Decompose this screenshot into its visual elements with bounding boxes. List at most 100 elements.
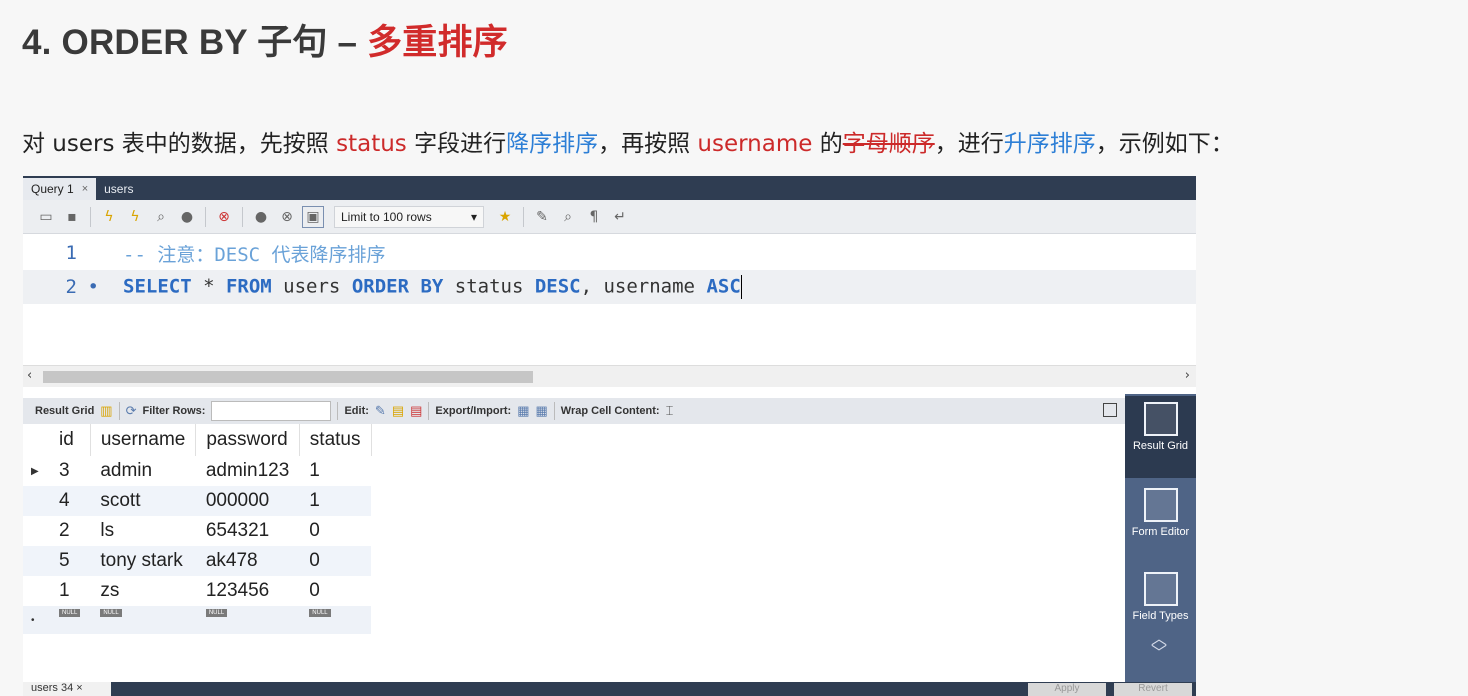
- cell[interactable]: NULL: [49, 606, 91, 634]
- sql-text: , username: [580, 275, 707, 298]
- import-icon[interactable]: ▦: [535, 403, 547, 419]
- close-icon[interactable]: ×: [76, 682, 82, 694]
- cell[interactable]: 2: [49, 516, 90, 546]
- execute-current-icon[interactable]: ϟ: [124, 206, 146, 228]
- commit-icon[interactable]: ●: [250, 206, 272, 228]
- refresh-icon[interactable]: ⟳: [126, 403, 137, 419]
- tab-users-34[interactable]: users 34 ×: [23, 682, 111, 696]
- cell[interactable]: 654321: [196, 516, 299, 546]
- close-icon[interactable]: ×: [82, 183, 88, 195]
- table-row[interactable]: ▶ 3 admin admin123 1: [23, 456, 371, 486]
- column-header[interactable]: password: [195, 424, 300, 456]
- filter-rows-label: Filter Rows:: [142, 405, 206, 417]
- tab-users[interactable]: users: [96, 178, 141, 200]
- desc-text-2: 字段进行: [406, 131, 507, 157]
- edit-row-icon[interactable]: ✎: [375, 403, 386, 419]
- title-highlight: 多重排序: [367, 23, 508, 62]
- beautify-brush-icon[interactable]: ✎: [531, 206, 553, 228]
- toggle-panel-icon[interactable]: [1103, 403, 1117, 417]
- execute-icon[interactable]: ϟ: [98, 206, 120, 228]
- cell[interactable]: NULL: [195, 606, 300, 634]
- find-icon[interactable]: ⌕: [557, 206, 579, 228]
- invisible-chars-icon[interactable]: ¶: [583, 206, 605, 228]
- cell[interactable]: 123456: [196, 576, 299, 606]
- chevron-down-icon: ▾: [470, 209, 477, 224]
- sql-text: users: [271, 275, 352, 298]
- cell[interactable]: admin123: [196, 456, 299, 486]
- toolbar-divider: [90, 206, 91, 227]
- side-result-grid[interactable]: Result Grid: [1125, 396, 1196, 478]
- query-tab-bar: Query 1 × users: [23, 176, 1196, 200]
- rollback-icon[interactable]: ⊗: [276, 206, 298, 228]
- cell[interactable]: ls: [90, 516, 196, 546]
- line-number: 1: [65, 242, 77, 264]
- cell[interactable]: 0: [299, 576, 371, 606]
- filter-rows-input[interactable]: [211, 401, 332, 421]
- table-row[interactable]: 1 zs 123456 0: [23, 576, 371, 606]
- field-types-icon: [1143, 572, 1178, 606]
- explain-icon[interactable]: ⌕: [150, 206, 172, 228]
- side-form-editor[interactable]: Form Editor: [1125, 482, 1196, 562]
- cell[interactable]: ak478: [195, 546, 300, 576]
- header-row: id username password status: [23, 424, 372, 456]
- null-badge: NULL: [205, 609, 228, 617]
- cell[interactable]: admin: [90, 456, 196, 486]
- scrollbar-thumb[interactable]: [43, 371, 533, 383]
- column-header[interactable]: status: [299, 424, 372, 456]
- cell[interactable]: 1: [49, 576, 90, 606]
- sql-keyword: ORDER BY: [351, 275, 444, 298]
- scroll-left-icon[interactable]: ‹: [27, 368, 32, 383]
- wrap-cell-label: Wrap Cell Content:: [560, 405, 660, 417]
- scroll-right-icon[interactable]: ›: [1185, 368, 1190, 383]
- insert-row-icon[interactable]: ▤: [392, 403, 404, 419]
- cell[interactable]: 4: [49, 486, 91, 516]
- delete-row-icon[interactable]: ▤: [410, 403, 422, 419]
- wrap-lines-icon[interactable]: ↵: [609, 206, 631, 228]
- limit-rows-select[interactable]: Limit to 100 rows ▾: [334, 205, 484, 228]
- toggle-error-icon[interactable]: ⊗: [213, 206, 235, 228]
- open-folder-icon[interactable]: ▭: [35, 206, 57, 228]
- workbench-window: Query 1 × users ▭ ▪ ϟ ϟ ⌕ ● ⊗ ● ⊗ ▣ Limit…: [23, 176, 1196, 696]
- side-field-types[interactable]: Field Types: [1125, 566, 1196, 638]
- row-marker: [23, 516, 49, 546]
- table-row[interactable]: 5 tony stark ak478 0: [23, 546, 371, 576]
- table-row[interactable]: 2 ls 654321 0: [23, 516, 371, 546]
- column-header[interactable]: username: [90, 424, 197, 456]
- cell[interactable]: NULL: [299, 606, 371, 634]
- desc-field-status: status: [336, 131, 407, 157]
- stop-icon[interactable]: ●: [176, 206, 198, 228]
- chevron-up-down-icon[interactable]: ︿ ﹀: [1151, 631, 1167, 661]
- sql-editor[interactable]: 1 -- 注意：DESC 代表降序排序 2 • SELECT * FROM use…: [23, 234, 1196, 366]
- grid-view-icon[interactable]: ▥: [100, 403, 112, 419]
- wrap-cell-icon[interactable]: ⌶: [666, 403, 674, 419]
- cell[interactable]: 3: [49, 456, 90, 486]
- limit-rows-label: Limit to 100 rows: [341, 209, 432, 224]
- cell[interactable]: tony stark: [90, 546, 196, 576]
- column-header[interactable]: id: [49, 424, 91, 456]
- revert-button[interactable]: Revert: [1114, 683, 1192, 696]
- editor-line-2: 2 • SELECT * FROM users ORDER BY status D…: [23, 270, 1196, 304]
- cell[interactable]: NULL: [90, 606, 196, 634]
- apply-button[interactable]: Apply: [1028, 683, 1106, 696]
- tab-query-1[interactable]: Query 1 ×: [23, 178, 97, 200]
- autocommit-icon[interactable]: ▣: [302, 205, 324, 228]
- cell[interactable]: 0: [299, 546, 371, 576]
- form-editor-icon: [1143, 488, 1178, 522]
- cell[interactable]: 1: [299, 456, 371, 486]
- cell[interactable]: scott: [90, 486, 196, 516]
- horizontal-scrollbar[interactable]: ‹ ›: [23, 365, 1196, 387]
- toolbar-divider: [118, 402, 120, 420]
- desc-text-3: ，再按照: [598, 131, 698, 157]
- cell[interactable]: 5: [49, 546, 91, 576]
- bookmark-star-icon[interactable]: ★: [494, 206, 516, 228]
- save-icon[interactable]: ▪: [61, 206, 83, 228]
- cell[interactable]: 0: [299, 516, 371, 546]
- toolbar-divider: [523, 206, 524, 227]
- cell[interactable]: zs: [90, 576, 196, 606]
- cell[interactable]: 1: [299, 486, 371, 516]
- table-row[interactable]: 4 scott 000000 1: [23, 486, 371, 516]
- cell[interactable]: 000000: [195, 486, 300, 516]
- export-icon[interactable]: ▦: [517, 403, 529, 419]
- null-badge: NULL: [309, 609, 331, 617]
- new-row[interactable]: • NULL NULL NULL NULL: [23, 606, 371, 634]
